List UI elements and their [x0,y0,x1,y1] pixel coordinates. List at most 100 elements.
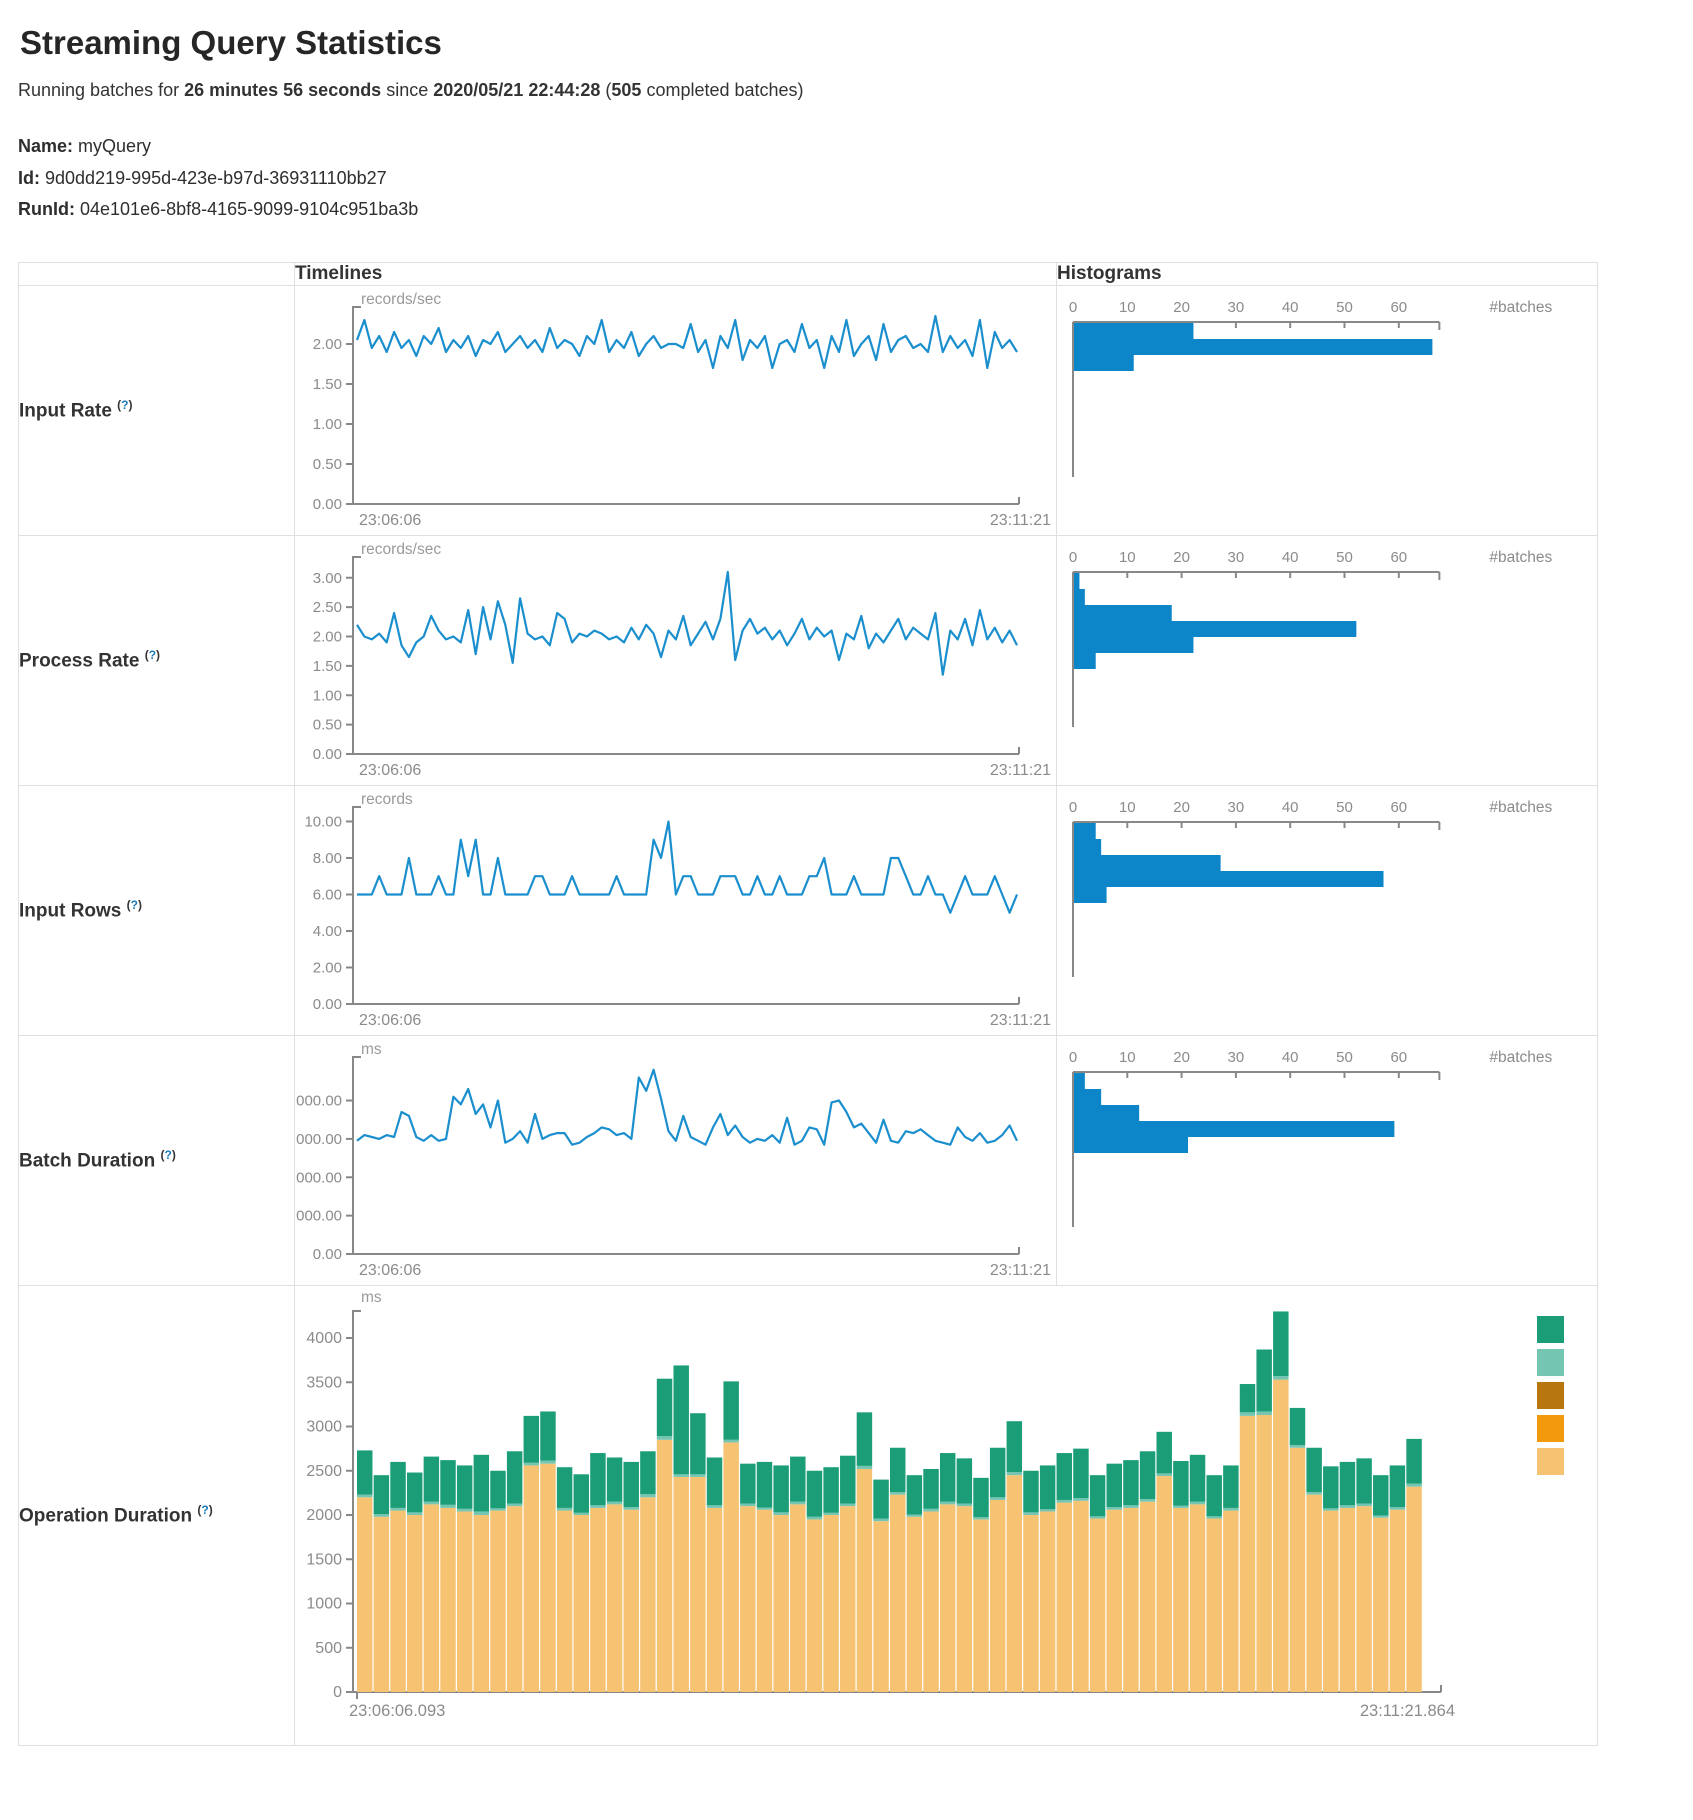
query-runid-row: RunId: 04e101e6-8bf8-4165-9099-9104c951b… [18,194,1693,226]
input-rate-row: Input Rate (?) records/sec2.001.501.000.… [19,285,1598,535]
svg-text:2.00: 2.00 [313,336,342,353]
input-rows-timeline-chart: records 10.00 8.00 6.00 4.00 2.00 0.00 23:06:06… [295,786,1056,1034]
operation-duration-label: Operation Duration [19,1505,192,1526]
svg-text:60: 60 [1390,549,1407,566]
start-time: 2020/05/21 22:44:28 [433,80,600,100]
svg-text:2.00: 2.00 [313,629,342,646]
legend-swatch-4 [1537,1448,1564,1475]
svg-text:23:06:06: 23:06:06 [359,762,421,779]
svg-text:40: 40 [1282,1049,1299,1066]
svg-text:23:11:21.864: 23:11:21.864 [1360,1702,1455,1720]
input-rows-label: Input Rows [19,900,121,921]
running-summary: Running batches for 26 minutes 56 second… [18,80,1693,101]
svg-text:0: 0 [1069,299,1077,316]
svg-text:40: 40 [1282,299,1299,316]
svg-text:40: 40 [1282,799,1299,816]
legend-swatch-1 [1537,1349,1564,1376]
svg-text:2,000.00: 2,000.00 [295,1169,342,1186]
svg-text:23:11:21: 23:11:21 [990,762,1051,779]
svg-text:1,000.00: 1,000.00 [295,1208,342,1225]
process-rate-help-icon[interactable]: (?) [145,648,160,662]
svg-text:8.00: 8.00 [313,850,342,867]
svg-text:2000: 2000 [306,1507,342,1524]
query-id-row: Id: 9d0dd219-995d-423e-b97d-36931110bb27 [18,163,1693,195]
svg-text:50: 50 [1336,549,1353,566]
operation-duration-label-cell: Operation Duration (?) [19,1285,295,1745]
svg-text:records: records [361,791,413,808]
process-rate-histogram-chart: 0102030405060#batches [1057,536,1597,784]
batch-duration-help-icon[interactable]: (?) [160,1148,175,1162]
process-rate-label: Process Rate [19,650,139,671]
svg-text:23:11:21: 23:11:21 [990,512,1051,529]
svg-text:2.50: 2.50 [313,599,342,616]
operation-duration-help-icon[interactable]: (?) [197,1503,212,1517]
svg-text:records/sec: records/sec [361,291,441,308]
operation-duration-row: Operation Duration (?) ms400035003000250… [19,1285,1598,1745]
process-rate-label-cell: Process Rate (?) [19,535,295,785]
svg-text:4.00: 4.00 [313,923,342,940]
svg-text:1.50: 1.50 [313,658,342,675]
input-rows-row: Input Rows (?) records 10.00 8.00 6.00 4.00 2… [19,785,1598,1035]
svg-text:50: 50 [1336,299,1353,316]
batch-duration-histogram-chart: 0102030405060#batches [1057,1036,1597,1284]
svg-text:20: 20 [1173,299,1190,316]
svg-text:30: 30 [1228,1049,1245,1066]
svg-text:23:11:21: 23:11:21 [990,1262,1051,1279]
header-timelines: Timelines [295,262,1057,285]
svg-text:10: 10 [1119,1049,1136,1066]
svg-text:20: 20 [1173,549,1190,566]
batch-duration-label-cell: Batch Duration (?) [19,1035,295,1285]
svg-text:3,000.00: 3,000.00 [295,1131,342,1148]
input-rate-timeline-chart: records/sec2.001.501.000.500.0023:06:062… [295,286,1056,534]
svg-text:2.00: 2.00 [313,959,342,976]
svg-text:500: 500 [315,1640,342,1657]
svg-text:0.00: 0.00 [313,1246,342,1263]
query-name-row: Name: myQuery [18,131,1693,163]
svg-text:records/sec: records/sec [361,541,441,558]
svg-text:60: 60 [1390,1049,1407,1066]
query-name-value: myQuery [78,136,151,156]
input-rows-help-icon[interactable]: (?) [127,898,142,912]
svg-text:10: 10 [1119,799,1136,816]
input-rate-histogram-chart: 0102030405060#batches [1057,286,1597,534]
svg-text:#batches: #batches [1489,799,1552,816]
svg-text:23:06:06: 23:06:06 [359,1012,421,1029]
operation-duration-stacked-chart: ms4000350030002500200015001000500023:06:… [295,1286,1597,1744]
input-rate-help-icon[interactable]: (?) [117,398,132,412]
completed-batches-count: 505 [611,80,641,100]
svg-text:1500: 1500 [306,1551,342,1568]
svg-text:3.00: 3.00 [313,570,342,587]
svg-text:4,000.00: 4,000.00 [295,1093,342,1110]
svg-text:20: 20 [1173,1049,1190,1066]
svg-text:0.50: 0.50 [313,456,342,473]
svg-text:4000: 4000 [306,1330,342,1347]
svg-text:50: 50 [1336,799,1353,816]
batch-duration-timeline-chart: ms4,000.003,000.002,000.001,000.000.0023… [295,1036,1056,1284]
svg-text:20: 20 [1173,799,1190,816]
batch-duration-label: Batch Duration [19,1150,155,1171]
svg-text:0.00: 0.00 [313,996,342,1013]
svg-text:0.50: 0.50 [313,717,342,734]
svg-text:ms: ms [361,1289,382,1306]
header-empty [19,262,295,285]
svg-text:30: 30 [1228,799,1245,816]
statistics-table: Timelines Histograms Input Rate (?) reco… [18,262,1598,1746]
query-id-value: 9d0dd219-995d-423e-b97d-36931110bb27 [45,168,387,188]
process-rate-timeline-chart: records/sec3.002.502.001.501.000.500.002… [295,536,1056,784]
svg-text:10: 10 [1119,299,1136,316]
page-title: Streaming Query Statistics [20,24,1693,62]
svg-text:0.00: 0.00 [313,496,342,513]
process-rate-row: Process Rate (?) records/sec 3.00 2.50 2.00… [19,535,1598,785]
legend-swatch-3 [1537,1415,1564,1442]
legend-swatch-0 [1537,1316,1564,1343]
header-histograms: Histograms [1057,262,1598,285]
svg-text:0: 0 [1069,549,1077,566]
query-metadata: Name: myQuery Id: 9d0dd219-995d-423e-b97… [18,131,1693,226]
svg-text:6.00: 6.00 [313,886,342,903]
svg-text:1.00: 1.00 [313,687,342,704]
input-rate-label-cell: Input Rate (?) [19,285,295,535]
svg-text:40: 40 [1282,549,1299,566]
svg-text:10.00: 10.00 [304,813,342,830]
svg-text:1.50: 1.50 [313,376,342,393]
svg-text:23:06:06.093: 23:06:06.093 [349,1702,445,1720]
